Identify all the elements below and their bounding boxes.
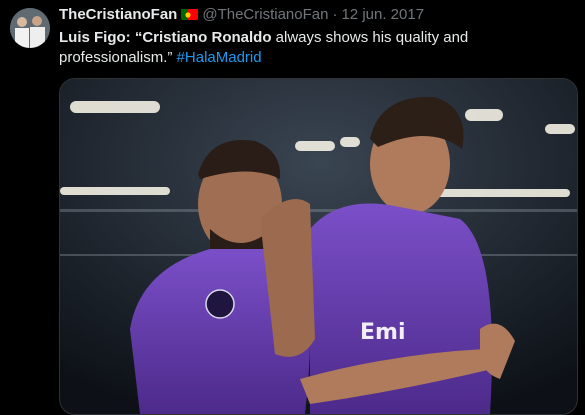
hashtag-link[interactable]: #HalaMadrid [177, 49, 262, 66]
tweet-text-bold-2: “Cristiano Ronaldo [134, 29, 272, 46]
author-handle[interactable]: @TheCristianoFan [202, 6, 328, 23]
tweet-date[interactable]: 12 jun. 2017 [341, 6, 424, 23]
portugal-flag-icon [181, 8, 199, 20]
avatar[interactable] [10, 8, 50, 48]
header-separator: · [332, 6, 338, 23]
avatar-image [10, 8, 50, 48]
tweet-text-bold-1: Luis Figo: [59, 29, 131, 46]
author-name[interactable]: TheCristianoFan [59, 6, 177, 23]
tweet-photo-image: Emi [60, 79, 577, 414]
tweet-photo[interactable]: Emi [59, 78, 578, 415]
tweet-header: TheCristianoFan @TheCristianoFan · 12 jun. … [59, 6, 424, 24]
tweet-text: Luis Figo: “Cristiano Ronaldo always sho… [59, 28, 569, 68]
jersey-sponsor-text: Emi [360, 320, 406, 345]
